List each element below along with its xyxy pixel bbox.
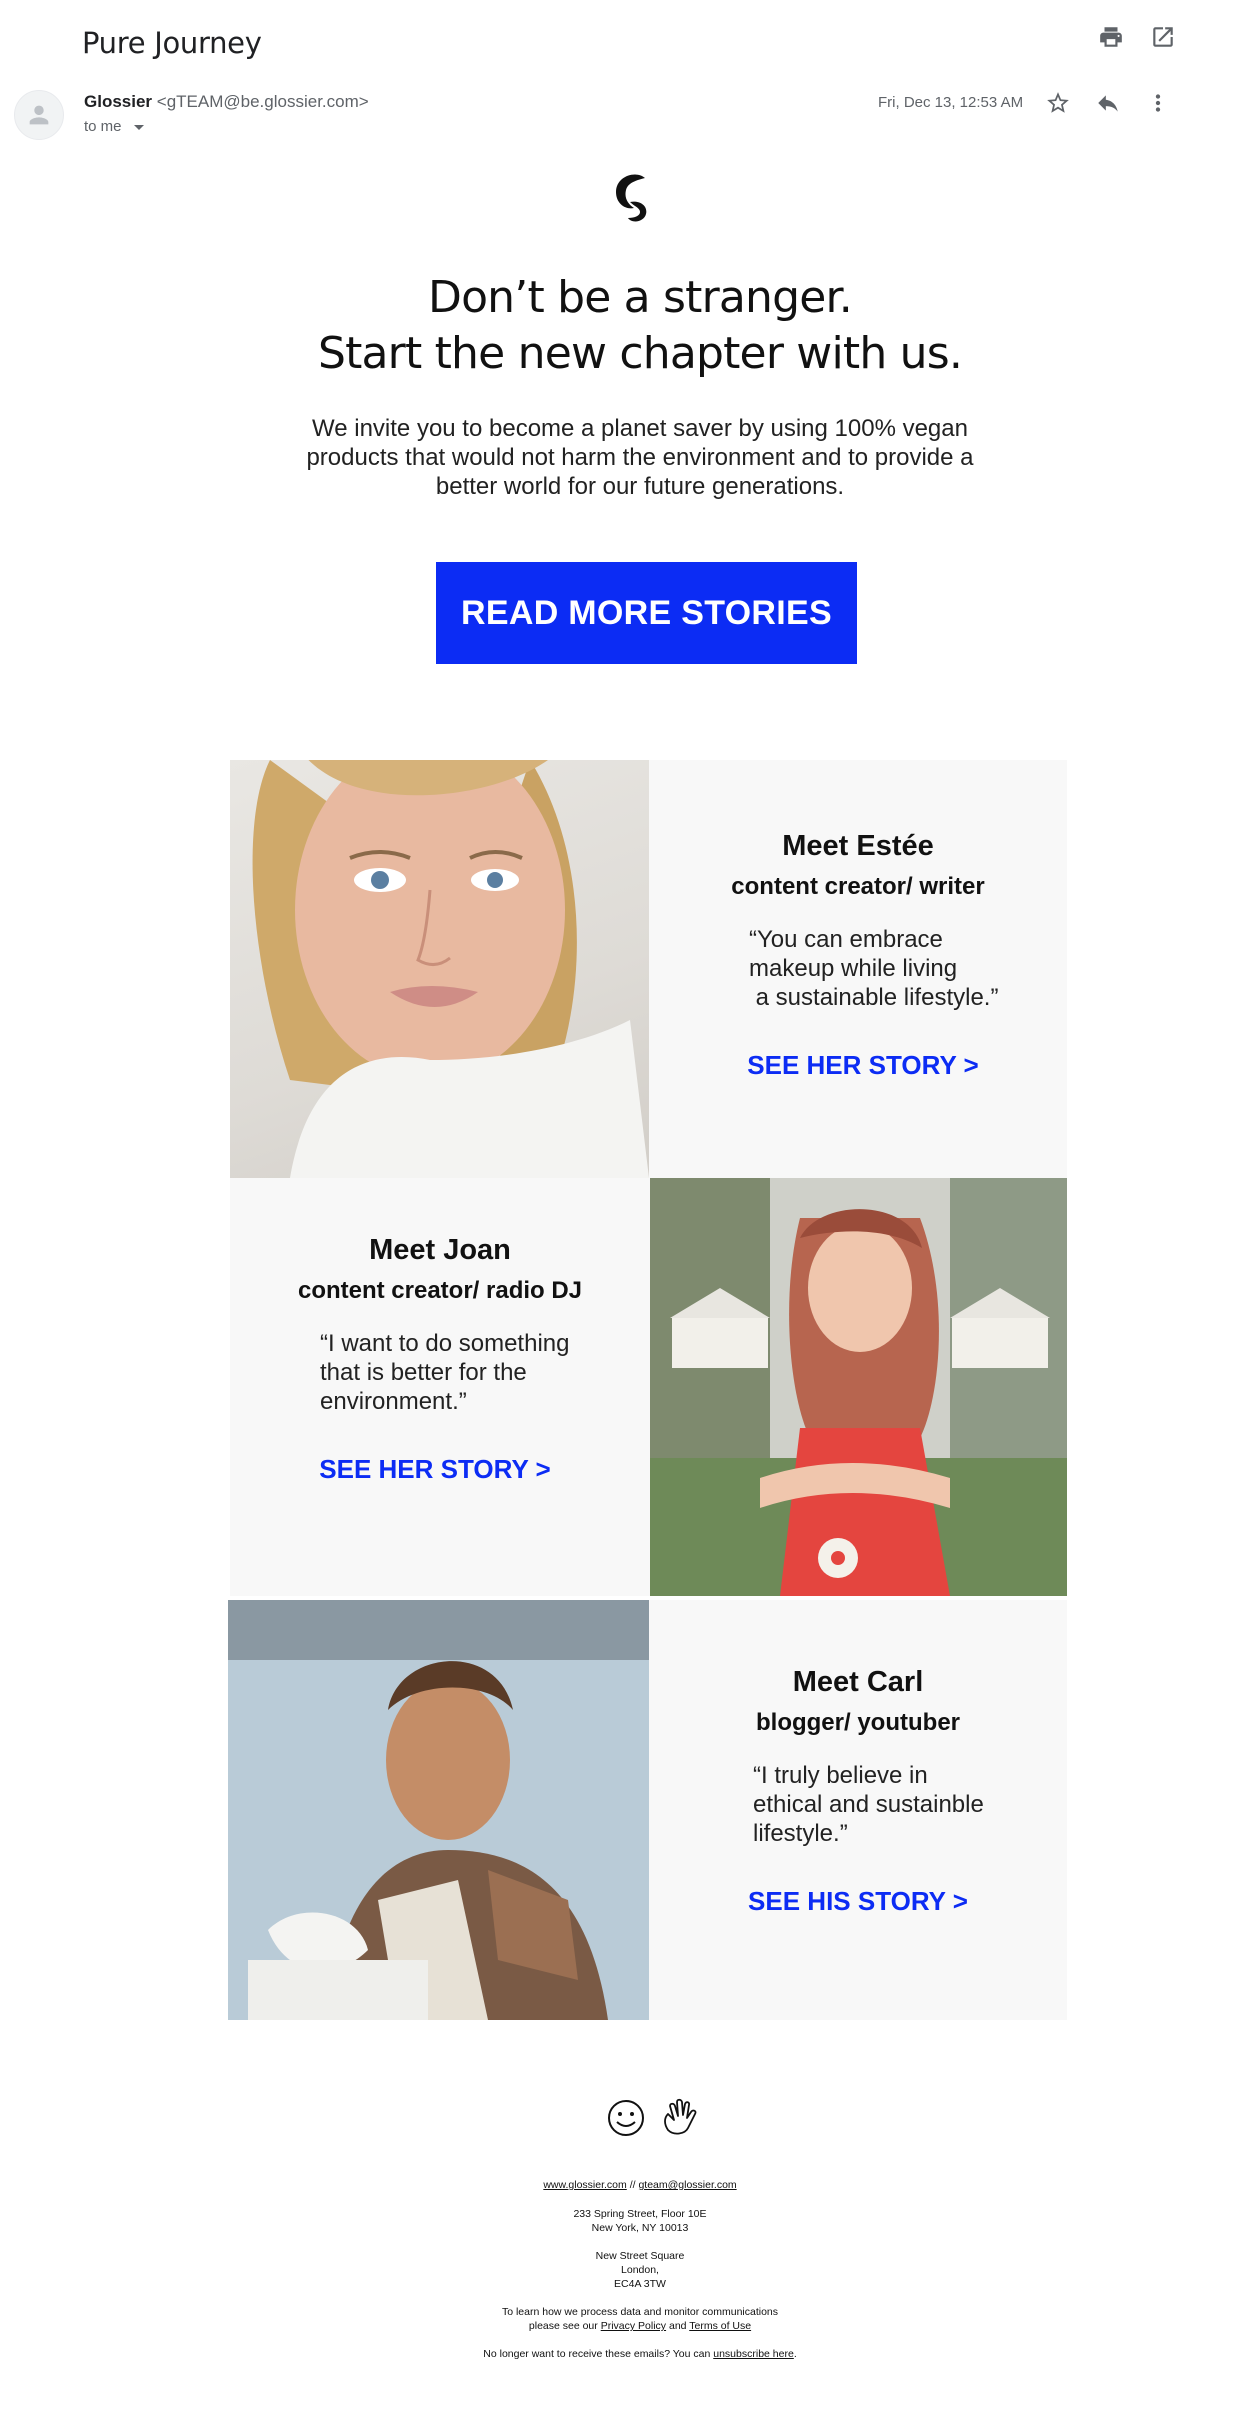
unsubscribe-text: No longer want to receive these emails? … [483,2348,714,2360]
unsubscribe-link[interactable]: unsubscribe here [713,2348,794,2360]
footer-emojis [604,2096,702,2140]
us-address: 233 Spring Street, Floor 10E New York, N… [340,2207,940,2235]
footer-links: www.glossier.com // gteam@glossier.com [340,2178,940,2192]
privacy-text: and [666,2320,690,2332]
address-line: New Street Square [595,2250,685,2262]
thread-actions [1096,22,1178,52]
intro-paragraph: We invite you to become a planet saver b… [306,415,974,500]
joan-photo[interactable] [650,1178,1067,1596]
quote-line: that is better for the [320,1359,527,1386]
more-vert-icon[interactable] [1143,88,1173,118]
headline: Don’t be a stranger. Start the new chapt… [0,270,1250,382]
headline-line-2: Start the new chapter with us. [317,328,963,379]
quote-line: lifestyle.” [753,1820,848,1847]
privacy-policy-link[interactable]: Privacy Policy [601,2320,666,2332]
story-quote: “I truly believe in ethical and sustainb… [753,1761,1067,1848]
sender-avatar[interactable] [14,90,64,140]
headline-line-1: Don’t be a stranger. [427,272,853,323]
see-her-story-link[interactable]: SEE HER STORY > [747,1050,978,1081]
uk-address: New Street Square London, EC4A 3TW [340,2249,940,2291]
quote-line: ethical and sustainble [753,1791,984,1818]
recipient-toggle[interactable]: to me [84,118,144,135]
privacy-text: please see our [528,2320,601,2332]
carl-photo[interactable] [228,1600,649,2020]
print-icon[interactable] [1096,22,1126,52]
estee-photo[interactable] [230,760,649,1178]
address-line: New York, NY 10013 [591,2222,689,2234]
email-subject: Pure Journey [82,26,262,60]
address-line: London, [621,2264,659,2276]
quote-line: makeup while living [749,955,958,982]
estee-card: Meet Estée content creator/ writer “You … [649,760,1067,1178]
terms-of-use-link[interactable]: Terms of Use [689,2320,751,2332]
story-quote: “I want to do something that is better f… [320,1329,650,1416]
email-date: Fri, Dec 13, 12:53 AM [878,94,1024,111]
website-link[interactable]: www.glossier.com [543,2179,626,2191]
carl-card: Meet Carl blogger/ youtuber “I truly bel… [649,1600,1067,2020]
message-actions [1043,88,1173,118]
read-more-stories-button[interactable]: READ MORE STORIES [436,562,857,664]
chevron-down-icon [133,125,144,130]
open-in-new-window-icon[interactable] [1148,22,1178,52]
story-role: content creator/ writer [731,873,985,900]
privacy-notice: To learn how we process data and monitor… [340,2305,940,2333]
unsubscribe-text: . [793,2348,797,2360]
carl-portrait-image [228,1600,649,2020]
see-his-story-link[interactable]: SEE HIS STORY > [748,1886,968,1917]
quote-line: “You can embrace [749,926,943,953]
sender-name[interactable]: Glossier [84,92,152,111]
story-name: Meet Estée [782,830,934,862]
email-link[interactable]: gteam@glossier.com [638,2179,736,2191]
waving-hand-icon [664,2098,697,2135]
quote-line: environment.” [320,1388,467,1415]
reply-icon[interactable] [1093,88,1123,118]
privacy-text: To learn how we process data and monitor… [501,2306,779,2318]
sender-email: <gTEAM@be.glossier.com> [156,92,369,111]
estee-portrait-image [252,760,649,1178]
person-avatar-icon [29,105,49,125]
star-icon[interactable] [1043,88,1073,118]
joan-card: Meet Joan content creator/ radio DJ “I w… [230,1178,650,1596]
recipient-label: to me [84,118,122,135]
quote-line: “I truly believe in [753,1762,928,1789]
story-quote: “You can embrace makeup while living a s… [749,925,1067,1012]
quote-line: “I want to do something [320,1330,570,1357]
see-her-story-link[interactable]: SEE HER STORY > [319,1454,550,1485]
story-name: Meet Joan [369,1234,511,1266]
footer-separator: // [626,2179,639,2191]
unsubscribe-notice: No longer want to receive these emails? … [340,2347,940,2361]
address-line: EC4A 3TW [614,2278,666,2290]
story-name: Meet Carl [792,1666,924,1698]
glossier-logo-icon [616,174,647,222]
story-role: blogger/ youtuber [756,1709,960,1736]
privacy-links-line: please see our Privacy Policy and Terms … [340,2319,940,2333]
smiley-face-icon [608,2100,644,2136]
quote-line: a sustainable lifestyle.” [749,984,999,1011]
joan-portrait-image [650,1178,1067,1596]
sender-line: Glossier <gTEAM@be.glossier.com> [84,92,369,112]
address-line: 233 Spring Street, Floor 10E [573,2208,707,2220]
story-role: content creator/ radio DJ [297,1277,583,1304]
